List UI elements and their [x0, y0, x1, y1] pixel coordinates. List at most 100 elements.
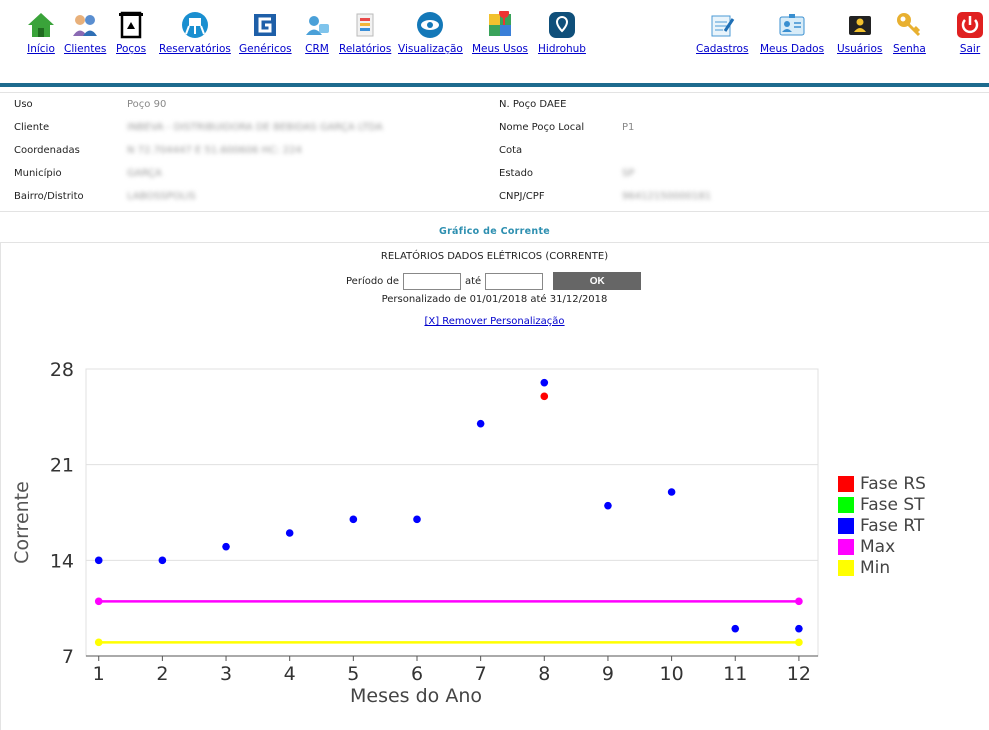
legend-item: Fase RS: [838, 474, 926, 495]
power-icon: [955, 10, 985, 40]
x-tick-label: 7: [475, 663, 487, 685]
cliente-label: Cliente: [14, 122, 50, 133]
data-point: [476, 419, 485, 428]
coord-label: Coordenadas: [14, 145, 80, 156]
nav-label: Cadastros: [696, 43, 749, 55]
remove-link-text[interactable]: [X] Remover Personalização: [424, 316, 564, 327]
generic-icon: [250, 10, 280, 40]
x-tick-label: 8: [538, 663, 550, 685]
period-label: Período de: [346, 275, 399, 287]
cnpj-value: 96412150000181: [622, 191, 712, 202]
x-tick-label: 10: [660, 663, 684, 685]
nav-pocos[interactable]: Poços: [116, 10, 146, 55]
period-from-input[interactable]: [402, 272, 461, 290]
nav-label: Hidrohub: [538, 43, 586, 55]
nomepoco-label: Nome Poço Local: [499, 122, 585, 133]
data-point: [731, 624, 740, 633]
reservoir-icon: [180, 10, 210, 40]
hidrohub-icon: [547, 10, 577, 40]
data-point: [413, 515, 421, 524]
legend-label: Fase ST: [860, 495, 925, 516]
nav-usuarios[interactable]: Usuários: [837, 10, 882, 55]
crm-icon: [302, 10, 332, 40]
cliente-value: INBEVA - DISTRIBUIDORA DE BEBIDAS GARÇA …: [127, 122, 383, 133]
nav-label: Senha: [893, 43, 926, 55]
nav-relatorios[interactable]: Relatórios: [339, 10, 391, 55]
data-point: [94, 638, 103, 647]
nomepoco-value: P1: [622, 122, 635, 133]
well-info-panel: Uso Poço 90 N. Poço DAEE Cliente INBEVA …: [0, 92, 989, 212]
nav-meus-usos[interactable]: Meus Usos: [472, 10, 528, 55]
data-point: [540, 392, 549, 401]
legend-item: Fase ST: [838, 495, 926, 516]
x-tick-label: 12: [787, 663, 811, 685]
nav-label: Clientes: [64, 43, 107, 55]
legend-item: Min: [838, 557, 926, 578]
period-filter: Período de até OK: [346, 272, 642, 290]
nav-label: Meus Usos: [472, 43, 529, 55]
id-card-icon: [777, 10, 807, 40]
nav-label: Sair: [959, 43, 981, 55]
estado-label: Estado: [499, 168, 534, 179]
bairro-value: LABOSSPOLIS: [127, 191, 196, 202]
legend-swatch: [838, 559, 854, 576]
ok-button[interactable]: OK: [553, 272, 642, 290]
nav-sair[interactable]: Sair: [955, 10, 985, 55]
nav-reservatorios[interactable]: Reservatórios: [159, 10, 231, 55]
map-icon: [485, 10, 515, 40]
y-tick-label: 21: [50, 455, 74, 477]
y-tick-label: 28: [50, 359, 74, 381]
data-point: [795, 624, 803, 633]
nav-label: Relatórios: [339, 43, 392, 55]
legend-label: Min: [860, 557, 891, 578]
municipio-label: Município: [14, 168, 62, 179]
y-tick-label: 7: [62, 646, 74, 668]
legend-item: Fase RT: [838, 516, 926, 537]
until-label: até: [464, 275, 482, 287]
data-point: [349, 515, 358, 524]
nav-senha[interactable]: Senha: [893, 10, 926, 55]
nav-label: CRM: [305, 43, 329, 55]
nav-hidrohub[interactable]: Hidrohub: [538, 10, 586, 55]
eye-icon: [415, 10, 445, 40]
npoco-label: N. Poço DAEE: [499, 99, 567, 110]
data-point: [604, 501, 612, 510]
custom-period-text: Personalizado de 01/01/2018 até 31/12/20…: [381, 294, 608, 305]
nav-meus-dados[interactable]: Meus Dados: [760, 10, 824, 55]
municipio-value: GARÇA: [127, 168, 162, 179]
y-tick-label: 14: [50, 550, 74, 572]
x-tick-label: 2: [156, 663, 168, 685]
estado-value: SP: [622, 168, 635, 179]
uso-value: Poço 90: [127, 99, 167, 110]
x-tick-label: 9: [602, 663, 614, 685]
y-axis-label: Corrente: [11, 481, 33, 564]
nav-cadastros[interactable]: Cadastros: [696, 10, 748, 55]
x-axis-label: Meses do Ano: [350, 685, 482, 707]
nav-visualizacao[interactable]: Visualização: [398, 10, 463, 55]
nav-label: Visualização: [398, 43, 463, 55]
legend-swatch: [838, 476, 854, 493]
nav-label: Meus Dados: [760, 43, 825, 55]
nav-inicio[interactable]: Início: [26, 10, 56, 55]
nav-genericos[interactable]: Genéricos: [239, 10, 292, 55]
x-tick-label: 5: [347, 663, 359, 685]
plot-area: [85, 368, 819, 657]
uso-label: Uso: [14, 99, 33, 110]
nav-label: Genéricos: [239, 43, 292, 55]
nav-clientes[interactable]: Clientes: [64, 10, 106, 55]
legend-swatch: [838, 517, 854, 534]
x-tick-label: 6: [411, 663, 423, 685]
nav-crm[interactable]: CRM: [302, 10, 332, 55]
period-to-input[interactable]: [485, 272, 544, 290]
data-point: [795, 638, 803, 647]
key-icon: [894, 10, 924, 40]
coord-value: N 72.704447 E 51.600606 HC: 224: [127, 145, 302, 156]
reports-icon: [350, 10, 380, 40]
legend-label: Fase RT: [860, 515, 925, 536]
data-point: [94, 597, 103, 606]
chart-legend: Fase RS Fase ST Fase RT Max Min: [838, 474, 926, 578]
data-point: [540, 378, 549, 387]
register-icon: [707, 10, 737, 40]
section-title: Gráfico de Corrente: [438, 226, 551, 237]
remove-customization-link[interactable]: [X] Remover Personalização: [0, 316, 989, 327]
